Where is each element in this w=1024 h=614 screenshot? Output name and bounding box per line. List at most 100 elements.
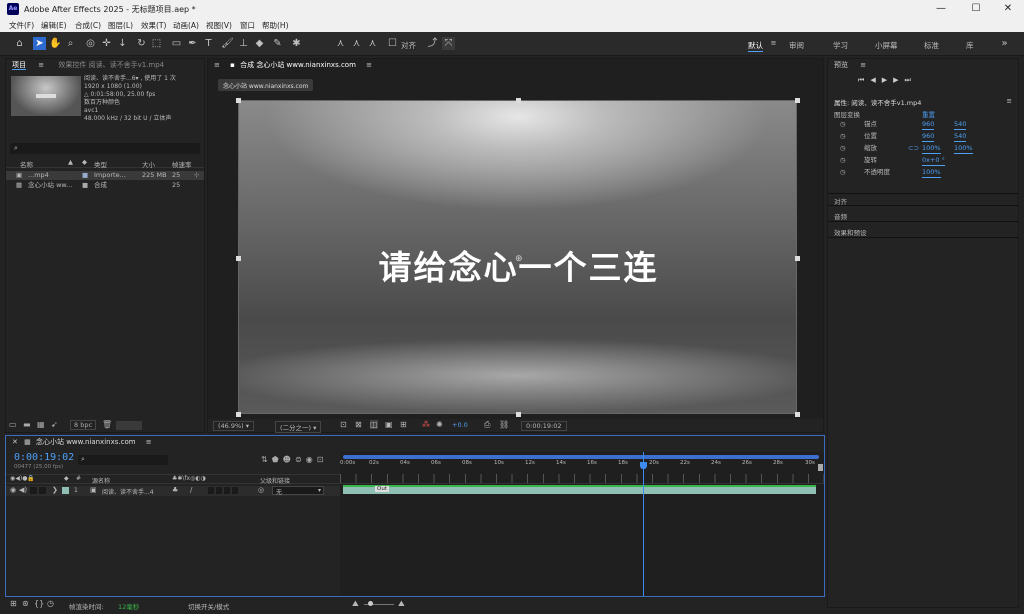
col-name[interactable]: 名称 <box>20 159 33 169</box>
timeline-timecode[interactable]: 0:00:19:02 <box>14 452 74 463</box>
bpc-button[interactable]: 8 bpc <box>70 420 97 430</box>
handle-tc[interactable] <box>516 98 521 103</box>
comp-viewer[interactable]: 请给念心一个三连 ⊕ <box>236 98 800 417</box>
workspace-default[interactable]: 默认 <box>748 40 763 52</box>
playhead-handle[interactable] <box>640 462 648 469</box>
menu-composition[interactable]: 合成(C) <box>75 20 101 31</box>
work-area-end[interactable] <box>818 464 823 471</box>
motion-blur-icon[interactable]: ◉ <box>306 455 317 464</box>
prop-value-x[interactable]: 960 <box>922 132 935 142</box>
col-size[interactable]: 大小 <box>142 159 155 169</box>
graph-editor-icon[interactable]: ⊡ <box>317 455 328 464</box>
snap-option-icon[interactable]: ⤴ <box>426 37 439 50</box>
close-tab-icon[interactable]: ✕ <box>12 438 18 446</box>
eraser-tool-icon[interactable]: ◆ <box>253 37 266 50</box>
mask-visibility-icon[interactable]: ◫ <box>370 420 378 429</box>
menu-edit[interactable]: 编辑(E) <box>41 20 67 31</box>
prop-value-y[interactable]: 540 <box>954 132 967 142</box>
stopwatch-icon[interactable]: ◷ <box>840 168 846 177</box>
type-tool-icon[interactable]: T <box>202 37 215 50</box>
layer-switches-toggle-icon[interactable]: ⊞ <box>10 599 17 608</box>
prop-value-y[interactable]: 540 <box>954 120 967 130</box>
workspace-review[interactable]: 审阅 <box>789 40 804 51</box>
transparency-grid-icon[interactable]: ⊠ <box>355 420 362 429</box>
col-source-name[interactable]: 源名称 <box>92 476 110 485</box>
audio-icon[interactable]: ◀) <box>19 486 27 494</box>
layer-label-color[interactable] <box>62 487 69 494</box>
prop-value-y[interactable]: 100% <box>954 144 973 154</box>
resolution-select[interactable]: (二分之一) ▾ <box>275 421 322 433</box>
toggle-switches-modes[interactable]: 切换开关/模式 <box>188 601 229 611</box>
rotate-tool-icon[interactable]: ↻ <box>135 37 148 50</box>
comp-tab-menu-icon[interactable]: ≡ <box>366 61 372 69</box>
reset-exposure-icon[interactable]: ✺ <box>436 420 443 429</box>
frame-blend-icon[interactable]: ⊜ <box>295 455 306 464</box>
snap-target-icon[interactable]: ⤧ <box>442 37 455 50</box>
zoom-slider-knob[interactable] <box>368 601 373 606</box>
orbit-tool-icon[interactable]: ◎ <box>84 37 97 50</box>
handle-mr[interactable] <box>795 256 800 261</box>
panel-menu-icon[interactable]: ≡ <box>38 61 44 69</box>
pickwhip-icon[interactable]: ◎ <box>258 486 264 494</box>
pan-behind-icon[interactable]: ⬚ <box>150 37 163 50</box>
panel-menu-icon[interactable]: ≡ <box>860 61 866 69</box>
camera-snapshot-icon[interactable]: ⎙ <box>484 420 490 430</box>
panel-menu-icon[interactable]: ≡ <box>146 438 152 446</box>
thumbnail-toggle[interactable] <box>116 421 142 430</box>
handle-tr[interactable] <box>795 98 800 103</box>
project-settings-icon[interactable]: ➹ <box>51 420 58 429</box>
zoom-tool-icon[interactable]: ⌕ <box>64 37 77 50</box>
expand-arrow-icon[interactable]: ❯ <box>52 486 58 494</box>
timeline-track-area[interactable]: 0:00s 02s 04s 06s 08s 10s 12s 14s 16s 18… <box>340 452 824 596</box>
layer-name[interactable]: 阅读、读不舍手...4 <box>102 487 154 496</box>
comp-text-layer[interactable]: 请给念心一个三连 <box>239 241 798 289</box>
project-search-input[interactable]: ⌕ <box>10 143 200 154</box>
puppet-tool-icon[interactable]: ✱ <box>290 37 303 50</box>
prev-frame-icon[interactable]: ◀ <box>870 76 881 84</box>
lock-icon[interactable]: ▪ <box>230 61 235 69</box>
lock-toggle[interactable] <box>39 487 46 494</box>
menu-effect[interactable]: 效果(T) <box>141 20 166 31</box>
pan-tool-icon[interactable]: ✛ <box>100 37 113 50</box>
clone-tool-icon[interactable]: ⊥ <box>237 37 250 50</box>
visibility-icon[interactable]: ◉ <box>10 486 16 494</box>
col-fps[interactable]: 帧速率 <box>172 159 192 169</box>
hand-tool-icon[interactable]: ✋ <box>49 37 62 50</box>
pen-tool-icon[interactable]: ✒ <box>186 37 199 50</box>
render-time-icon[interactable]: ◷ <box>47 599 54 608</box>
timeline-search-input[interactable]: ⌕ <box>78 455 168 465</box>
menu-layer[interactable]: 图层(L) <box>108 20 133 31</box>
roto-brush-icon[interactable]: ✎ <box>271 37 284 50</box>
col-parent[interactable]: 父级和链接 <box>260 476 290 485</box>
new-folder-icon[interactable]: ▬ <box>23 420 31 429</box>
handle-ml[interactable] <box>236 256 241 261</box>
workspace-more-icon[interactable]: » <box>998 37 1011 50</box>
handle-br[interactable] <box>795 412 800 417</box>
workspace-standard[interactable]: 标准 <box>924 40 939 51</box>
trash-icon[interactable]: 🗑 <box>102 420 112 429</box>
play-icon[interactable]: ▶ <box>882 76 893 84</box>
section-audio[interactable]: 音频 <box>828 209 1018 222</box>
quality-switch-icon[interactable]: / <box>190 486 192 494</box>
menu-animation[interactable]: 动画(A) <box>173 20 199 31</box>
workspace-menu-icon[interactable]: ≡ <box>767 37 780 50</box>
project-item-footage[interactable]: ▣ ...mp4 ■ Importe... 225 MB 25 ⊹ <box>6 171 204 180</box>
solo-toggle[interactable] <box>30 487 37 494</box>
menu-view[interactable]: 视图(V) <box>206 20 232 31</box>
stopwatch-icon[interactable]: ◷ <box>840 144 846 153</box>
stopwatch-icon[interactable]: ◷ <box>840 156 846 165</box>
work-area-bar[interactable] <box>343 455 819 459</box>
workspace-learn[interactable]: 学习 <box>833 40 848 51</box>
parent-select[interactable]: 无 ▾ <box>272 486 324 496</box>
col-type[interactable]: 类型 <box>94 159 107 169</box>
preview-tab[interactable]: 预览 <box>834 61 848 69</box>
anchor-point-icon[interactable]: ⊕ <box>515 254 523 264</box>
selection-tool-icon[interactable]: ➤ <box>33 37 46 50</box>
maximize-button[interactable]: ☐ <box>960 0 992 18</box>
out-marker[interactable]: Out <box>375 486 389 492</box>
reset-link[interactable]: 重置 <box>922 109 935 119</box>
shy-switch-icon[interactable]: ♣ <box>172 486 178 494</box>
timeline-tab[interactable]: 念心小站 www.nianxinxs.com <box>36 438 136 446</box>
panel-menu-icon[interactable]: ≡ <box>1007 97 1012 105</box>
section-align[interactable]: 对齐 <box>828 193 1018 206</box>
